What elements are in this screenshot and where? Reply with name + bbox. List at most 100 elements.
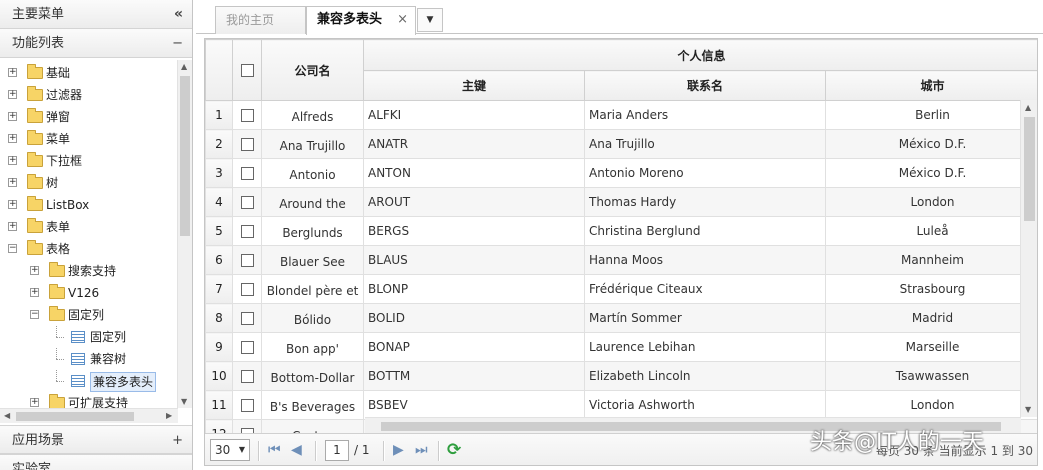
cell-contact: Antonio Moreno	[584, 158, 826, 188]
refresh-icon[interactable]: ⟳	[447, 440, 461, 460]
double-chevron-left-icon[interactable]: «	[174, 0, 183, 29]
column-header-city[interactable]: 城市	[824, 70, 1037, 101]
table-row[interactable]: 10 Bottom-Dollar BOTTM Elizabeth Lincoln Tsa…	[205, 361, 1037, 391]
tree-node-label: 固定列	[90, 330, 127, 344]
tree-node[interactable]: 兼容树	[0, 348, 176, 370]
row-checkbox[interactable]	[240, 196, 254, 209]
table-row[interactable]: 11 B's Beverages BSBEV Victoria Ashworth Lon…	[205, 390, 1037, 420]
function-list-header[interactable]: 功能列表 −	[0, 29, 192, 58]
row-checkbox[interactable]	[240, 138, 254, 151]
tab-multi-header[interactable]: 兼容多表头 ×	[306, 6, 416, 35]
main-menu-title: 主要菜单	[12, 7, 65, 22]
scroll-down-icon[interactable]: ▼	[1025, 405, 1031, 414]
scroll-thumb[interactable]	[180, 76, 190, 236]
cell-city: México D.F.	[824, 158, 1037, 188]
tree-node[interactable]: + 弹窗	[0, 106, 176, 128]
scroll-thumb[interactable]	[16, 412, 134, 421]
cell-text: Ana Trujillo	[279, 138, 346, 153]
scroll-thumb[interactable]	[1024, 117, 1035, 221]
scroll-down-icon[interactable]: ▼	[181, 397, 187, 406]
tree-node[interactable]: − 表格	[0, 238, 176, 260]
row-checkbox[interactable]	[240, 109, 254, 122]
scroll-up-icon[interactable]: ▲	[1025, 103, 1031, 112]
collapse-icon[interactable]: −	[30, 310, 39, 319]
expand-icon[interactable]: +	[8, 156, 17, 165]
tree-node[interactable]: + 表单	[0, 216, 176, 238]
expand-icon[interactable]: +	[8, 222, 17, 231]
table-row[interactable]: 9 Bon app' BONAP Laurence Lebihan Marseille	[205, 332, 1037, 362]
page-size-select[interactable]: 30 ▼	[210, 439, 250, 461]
cell-key: BOTTM	[363, 361, 585, 391]
tree-node[interactable]: + ListBox	[0, 194, 176, 216]
collapse-icon[interactable]: −	[8, 244, 17, 253]
row-checkbox-cell	[232, 129, 262, 159]
row-checkbox[interactable]	[240, 312, 254, 325]
expand-icon[interactable]: +	[30, 288, 39, 297]
tree-node[interactable]: + 过滤器	[0, 84, 176, 106]
table-row[interactable]: 6 Blauer See BLAUS Hanna Moos Mannheim	[205, 245, 1037, 275]
column-header-company[interactable]: 公司名	[261, 39, 364, 101]
tree-node[interactable]: + 搜索支持	[0, 260, 176, 282]
row-checkbox[interactable]	[240, 167, 254, 180]
expand-icon[interactable]: +	[8, 178, 17, 187]
prev-page-icon[interactable]: ◀	[291, 442, 302, 458]
divider	[438, 441, 440, 461]
first-page-icon[interactable]: ⏮	[268, 442, 281, 458]
expand-icon[interactable]: +	[30, 398, 39, 407]
tree-connector	[56, 359, 64, 360]
row-checkbox[interactable]	[240, 399, 254, 412]
next-page-icon[interactable]: ▶	[393, 442, 404, 458]
cell-key: AROUT	[363, 187, 585, 217]
table-row[interactable]: 5 Berglunds BERGS Christina Berglund Luleå	[205, 216, 1037, 246]
tab-home[interactable]: 我的主页	[215, 6, 306, 34]
cell-company: Bólido	[261, 303, 364, 333]
tree-node[interactable]: − 固定列	[0, 304, 176, 326]
select-all-checkbox[interactable]	[240, 64, 254, 77]
cell-city: Tsawwassen	[824, 361, 1037, 391]
close-icon[interactable]: ×	[397, 7, 408, 33]
tree-horizontal-scrollbar[interactable]: ◀ ▶	[0, 408, 178, 423]
left-panel: 主要菜单 « 功能列表 − + 基础 + 过滤器 + 弹窗 + 菜单 + 下拉框 + 树 + ListBo…	[0, 0, 193, 470]
grid-vertical-scrollbar[interactable]: ▲ ▼	[1020, 100, 1037, 417]
expand-icon[interactable]: +	[8, 134, 17, 143]
expand-icon[interactable]: +	[172, 426, 183, 455]
column-header-key[interactable]: 主键	[363, 70, 585, 101]
row-checkbox[interactable]	[240, 254, 254, 267]
scroll-left-icon[interactable]: ◀	[4, 411, 10, 420]
row-checkbox[interactable]	[240, 370, 254, 383]
tree-node[interactable]: + 菜单	[0, 128, 176, 150]
collapse-icon[interactable]: −	[172, 29, 183, 58]
tree-node[interactable]: + 下拉框	[0, 150, 176, 172]
expand-icon[interactable]: +	[8, 68, 17, 77]
tree-node-label: 表格	[46, 242, 71, 256]
scroll-right-icon[interactable]: ▶	[166, 411, 172, 420]
row-checkbox[interactable]	[240, 225, 254, 238]
expand-icon[interactable]: +	[8, 112, 17, 121]
row-checkbox[interactable]	[240, 283, 254, 296]
tree-node[interactable]: + V126	[0, 282, 176, 304]
table-row[interactable]: 3 Antonio ANTON Antonio Moreno México D.F.	[205, 158, 1037, 188]
table-row[interactable]: 2 Ana Trujillo ANATR Ana Trujillo México D.F…	[205, 129, 1037, 159]
tree-node[interactable]: 兼容多表头	[0, 370, 176, 392]
section-header-lab[interactable]: 实验室	[0, 454, 192, 470]
table-row[interactable]: 1 Alfreds ALFKI Maria Anders Berlin	[205, 100, 1037, 130]
section-header-apps[interactable]: 应用场景 +	[0, 425, 192, 454]
last-page-icon[interactable]: ⏭	[415, 442, 428, 458]
table-row[interactable]: 7 Blondel père et BLONP Frédérique Citeaux S…	[205, 274, 1037, 304]
scroll-up-icon[interactable]: ▲	[181, 62, 187, 71]
row-checkbox[interactable]	[240, 341, 254, 354]
table-row[interactable]: 8 Bólido BOLID Martín Sommer Madrid	[205, 303, 1037, 333]
expand-icon[interactable]: +	[8, 90, 17, 99]
tab-dropdown-button[interactable]: ▼	[417, 8, 443, 32]
page-number-input[interactable]: 1	[325, 440, 349, 461]
column-header-contact[interactable]: 联系名	[584, 70, 826, 101]
tree-node[interactable]: + 基础	[0, 62, 176, 84]
expand-icon[interactable]: +	[30, 266, 39, 275]
expand-icon[interactable]: +	[8, 200, 17, 209]
page-number-value: 1	[333, 443, 341, 457]
table-row[interactable]: 4 Around the AROUT Thomas Hardy London	[205, 187, 1037, 217]
column-header-label: 主键	[461, 79, 486, 93]
tree-vertical-scrollbar[interactable]: ▲ ▼	[177, 60, 192, 408]
tree-node[interactable]: + 树	[0, 172, 176, 194]
tree-node[interactable]: 固定列	[0, 326, 176, 348]
